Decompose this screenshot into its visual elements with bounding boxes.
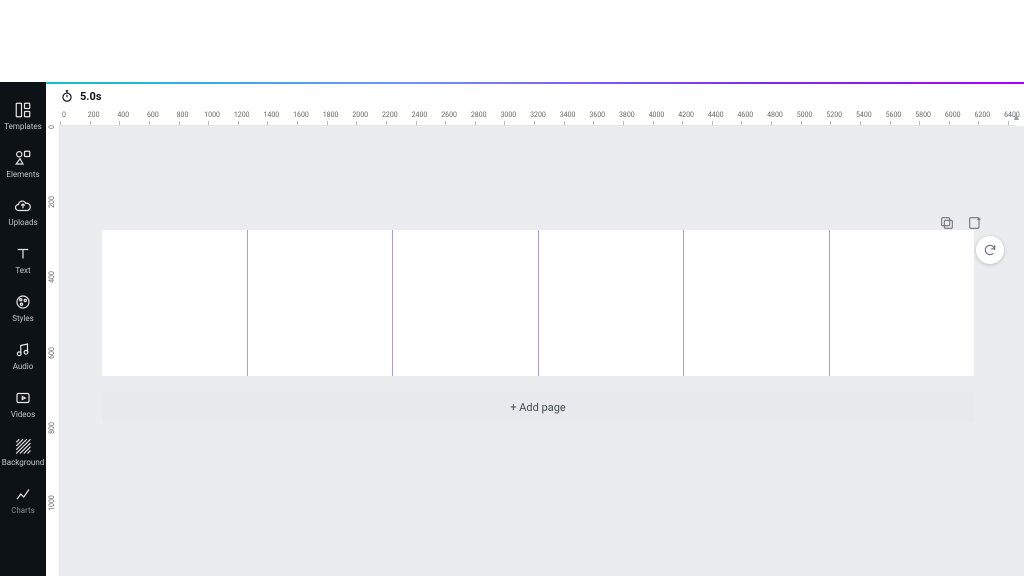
sidebar-item-label: Videos (11, 411, 35, 419)
duplicate-page-button[interactable] (938, 214, 956, 232)
pages-strip (102, 230, 974, 376)
sidebar-item-label: Templates (4, 123, 41, 131)
scroll-up-nub[interactable]: ▲ (1012, 112, 1022, 122)
duplicate-icon (939, 215, 955, 231)
styles-icon (14, 293, 32, 311)
add-page-button[interactable]: + Add page (102, 392, 974, 422)
sidebar-item-uploads[interactable]: Uploads (0, 188, 46, 236)
sidebar: Templates Elements Uploads Text Styles A… (0, 82, 46, 576)
add-page-icon-button[interactable] (966, 214, 984, 232)
canvas-workspace[interactable]: + Add page (60, 126, 1024, 576)
page-actions (938, 214, 984, 232)
v-ruler-tick: 600 (46, 351, 59, 426)
v-ruler-tick: 0 (46, 125, 59, 200)
page[interactable] (539, 230, 685, 376)
page[interactable] (393, 230, 539, 376)
audio-icon (14, 341, 32, 359)
topbar: 5.0s (46, 84, 1024, 108)
horizontal-ruler: 0200400600800100012001400160018002000220… (60, 108, 1016, 126)
page[interactable] (684, 230, 830, 376)
templates-icon (14, 101, 32, 119)
background-icon (14, 437, 32, 455)
stopwatch-icon (60, 89, 74, 103)
v-ruler-tick: 200 (46, 200, 59, 275)
add-page-icon (967, 215, 983, 231)
sidebar-item-label: Text (15, 267, 30, 275)
duration-button[interactable]: 5.0s (60, 89, 101, 103)
sidebar-item-label: Elements (6, 171, 39, 179)
sidebar-item-elements[interactable]: Elements (0, 140, 46, 188)
add-page-label: + Add page (510, 401, 565, 414)
charts-icon (14, 485, 32, 503)
vertical-ruler: 02004006008001000 (46, 125, 60, 576)
v-ruler-tick: 800 (46, 426, 59, 501)
elements-icon (14, 149, 32, 167)
sidebar-item-label: Charts (11, 507, 35, 515)
sidebar-item-label: Uploads (8, 219, 37, 227)
sidebar-item-templates[interactable]: Templates (0, 92, 46, 140)
sidebar-item-label: Background (2, 459, 45, 467)
sidebar-item-audio[interactable]: Audio (0, 332, 46, 380)
v-ruler-tick: 1000 (46, 501, 59, 576)
uploads-icon (14, 197, 32, 215)
refresh-button[interactable] (976, 236, 1004, 264)
sidebar-item-charts[interactable]: Charts (0, 476, 46, 524)
sidebar-item-videos[interactable]: Videos (0, 380, 46, 428)
page[interactable] (830, 230, 975, 376)
refresh-icon (983, 243, 997, 257)
sidebar-item-styles[interactable]: Styles (0, 284, 46, 332)
text-icon (14, 245, 32, 263)
page[interactable] (102, 230, 248, 376)
sidebar-item-background[interactable]: Background (0, 428, 46, 476)
sidebar-item-label: Styles (12, 315, 33, 323)
duration-label: 5.0s (80, 90, 101, 103)
page[interactable] (248, 230, 394, 376)
sidebar-item-label: Audio (13, 363, 34, 371)
videos-icon (14, 389, 32, 407)
v-ruler-tick: 400 (46, 275, 59, 350)
sidebar-item-text[interactable]: Text (0, 236, 46, 284)
